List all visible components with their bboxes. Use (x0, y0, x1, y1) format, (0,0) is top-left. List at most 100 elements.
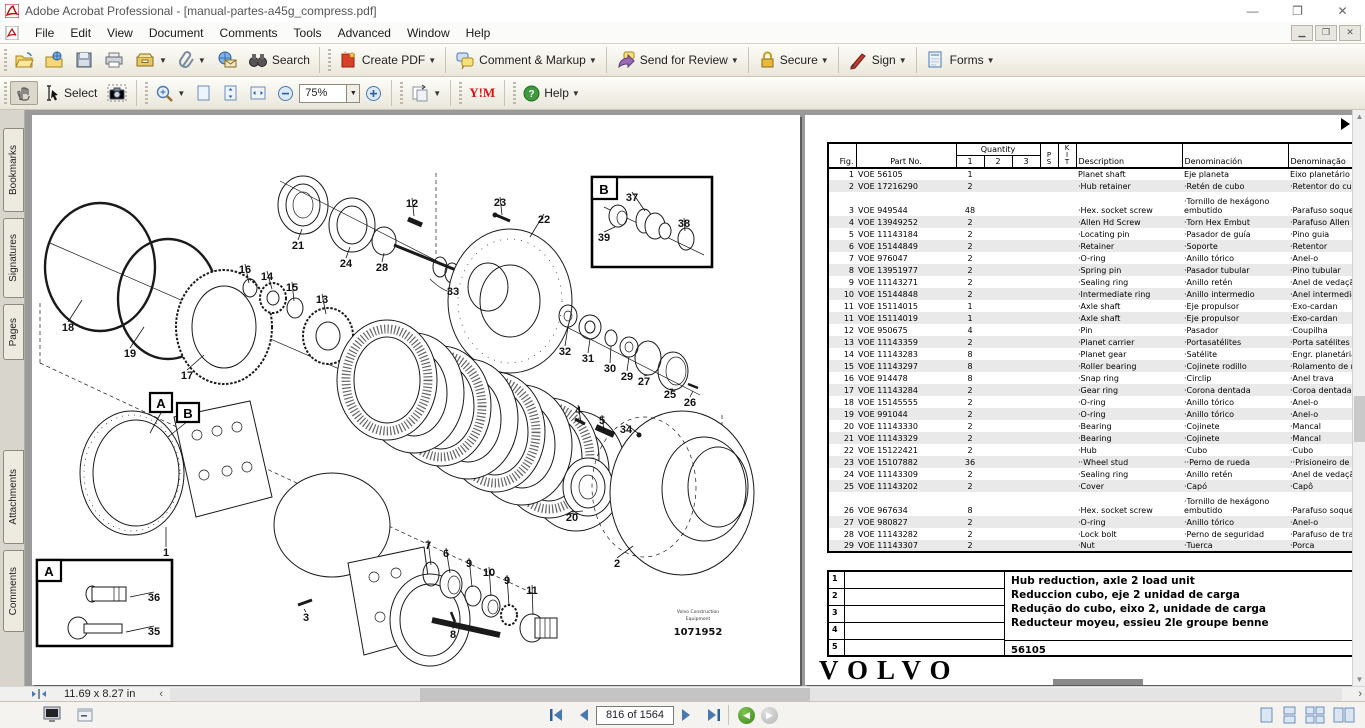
toolbar-separator (606, 47, 607, 73)
splitter-icon[interactable] (32, 688, 46, 700)
part-callout-number: 39 (598, 232, 610, 244)
menu-bar: File Edit View Document Comments Tools A… (0, 22, 1365, 44)
create-pdf-button[interactable]: Create PDF ▼ (334, 48, 440, 72)
help-button[interactable]: ? Help ▼ (519, 83, 584, 104)
col-header-denominacao: Denominação (1288, 143, 1352, 168)
first-page-icon[interactable] (548, 707, 566, 723)
fit-page-icon (222, 84, 239, 102)
scroll-up-icon[interactable]: ▲ (1353, 110, 1365, 123)
restore-button[interactable]: ❐ (1275, 0, 1320, 22)
part-callout-number: 14 (261, 271, 274, 283)
toolbar-separator (748, 47, 749, 73)
send-review-button[interactable]: Send for Review ▼ (612, 48, 743, 72)
zoom-level-dropdown[interactable]: ▼ (347, 84, 360, 103)
zoom-out-button[interactable] (273, 83, 298, 104)
open-button[interactable] (10, 48, 38, 72)
select-tool-button[interactable]: Select (40, 82, 101, 104)
organizer-button[interactable]: ▼ (130, 48, 171, 72)
menu-edit[interactable]: Edit (62, 22, 99, 43)
menu-window[interactable]: Window (399, 22, 458, 43)
fullscreen-monitor-icon[interactable] (42, 706, 62, 724)
zoom-tool-dropdown-arrow: ▼ (177, 89, 185, 98)
continuous-layout-icon[interactable] (1282, 706, 1297, 724)
sidebar-tab-attachments[interactable]: Attachments (3, 450, 24, 544)
sidebar-tab-signatures[interactable]: Signatures (3, 218, 24, 298)
actual-size-button[interactable] (191, 82, 216, 104)
secure-button[interactable]: Secure ▼ (754, 48, 833, 72)
next-view-button[interactable]: ▶ (761, 707, 778, 724)
page-display-button[interactable]: ▼ (406, 82, 445, 105)
doc-restore-button[interactable]: ❐ (1315, 25, 1337, 41)
table-row: 26VOE 9676348·Hex. socket screw·Tornillo… (828, 492, 1352, 516)
scroll-left-icon[interactable]: ‹ (159, 688, 163, 700)
zoom-in-tool-button[interactable]: ▼ (151, 82, 189, 105)
page-number-input[interactable]: 816 of 1564 (596, 706, 674, 725)
sign-pen-icon (848, 50, 868, 70)
previous-page-icon[interactable] (576, 707, 592, 723)
continuous-facing-layout-icon[interactable] (1305, 706, 1325, 724)
email-button[interactable] (212, 48, 242, 72)
last-page-icon[interactable] (704, 707, 722, 723)
part-callout-number: 36 (148, 592, 160, 604)
hide-pane-arrow-icon[interactable] (1341, 118, 1350, 130)
fit-width-button[interactable] (245, 82, 271, 104)
vertical-scrollbar[interactable]: ▲ ▼ (1352, 110, 1365, 686)
comment-markup-button[interactable]: Comment & Markup ▼ (451, 48, 601, 72)
zoom-level-input[interactable]: 75% (299, 84, 347, 103)
scroll-down-icon[interactable]: ▼ (1353, 673, 1365, 686)
title-block-row-number: 1 (829, 572, 844, 589)
assembly-number: 56105 (1005, 640, 1352, 659)
attach-button[interactable]: ▼ (173, 48, 210, 72)
minimize-button[interactable]: — (1230, 0, 1275, 22)
toolbar-separator (504, 80, 505, 106)
menu-comments[interactable]: Comments (212, 22, 286, 43)
vertical-scroll-thumb[interactable] (1354, 396, 1365, 442)
part-callout-number: 6 (443, 548, 449, 560)
menu-tools[interactable]: Tools (286, 22, 330, 43)
part-callout-number: 24 (340, 258, 353, 270)
restore-window-icon[interactable] (76, 706, 94, 724)
next-page-icon[interactable] (678, 707, 694, 723)
save-button[interactable] (70, 48, 98, 72)
callout-leader-line (346, 247, 350, 258)
facing-layout-icon[interactable] (1333, 706, 1355, 724)
page-size-label: 11.69 x 8.27 in (64, 688, 135, 700)
sidebar-tab-pages[interactable]: Pages (3, 304, 24, 360)
open-web-button[interactable] (40, 48, 68, 72)
table-row: 6VOE 151448492·Retainer·Soporte·Retentor (828, 240, 1352, 252)
table-row: 10VOE 151448482·Intermediate ring·Anillo… (828, 288, 1352, 300)
menu-file[interactable]: File (27, 22, 62, 43)
print-button[interactable] (100, 48, 128, 72)
menu-advanced[interactable]: Advanced (330, 22, 399, 43)
doc-close-button[interactable]: ✕ (1339, 25, 1361, 41)
yahoo-search-button[interactable]: Y!M (465, 83, 499, 103)
forms-button[interactable]: Forms ▼ (922, 48, 999, 72)
previous-view-button[interactable]: ◀ (738, 707, 755, 724)
hand-tool-button[interactable] (10, 81, 38, 105)
sidebar-tab-bookmarks[interactable]: Bookmarks (3, 128, 24, 212)
horizontal-scroll-thumb[interactable] (420, 688, 810, 701)
col-header-kit: KIT (1058, 143, 1076, 168)
table-row: 20VOE 111433302·Bearing·Cojinete·Mancal (828, 420, 1352, 432)
callout-leader-line (68, 300, 82, 322)
assembly-title-es: Reduccion cubo, eje 2 unidad de carga (1011, 588, 1352, 602)
toolbar-separator (450, 80, 451, 106)
menu-help[interactable]: Help (458, 22, 499, 43)
zoom-in-button[interactable] (361, 83, 386, 104)
credit-line-1: Volvo Construction (677, 609, 719, 615)
help-dropdown-arrow: ▼ (572, 89, 580, 98)
close-button[interactable]: ✕ (1320, 0, 1365, 22)
sidebar-tab-comments[interactable]: Comments (3, 550, 24, 632)
horizontal-scrollbar[interactable] (170, 688, 1342, 701)
single-page-layout-icon[interactable] (1259, 706, 1274, 724)
fit-page-button[interactable] (218, 82, 243, 104)
doc-minimize-button[interactable]: ▁ (1291, 25, 1313, 41)
sign-button[interactable]: Sign ▼ (844, 48, 911, 72)
snapshot-button[interactable] (103, 82, 131, 104)
table-row: 24VOE 111433092·Sealing ring·Anillo reté… (828, 468, 1352, 480)
menu-view[interactable]: View (99, 22, 141, 43)
scroll-right-icon[interactable]: › (1358, 688, 1362, 700)
menu-document[interactable]: Document (141, 22, 212, 43)
search-button[interactable]: Search (244, 48, 314, 72)
table-row: 12VOE 9506754·Pin·Pasador·Coupilha (828, 324, 1352, 336)
